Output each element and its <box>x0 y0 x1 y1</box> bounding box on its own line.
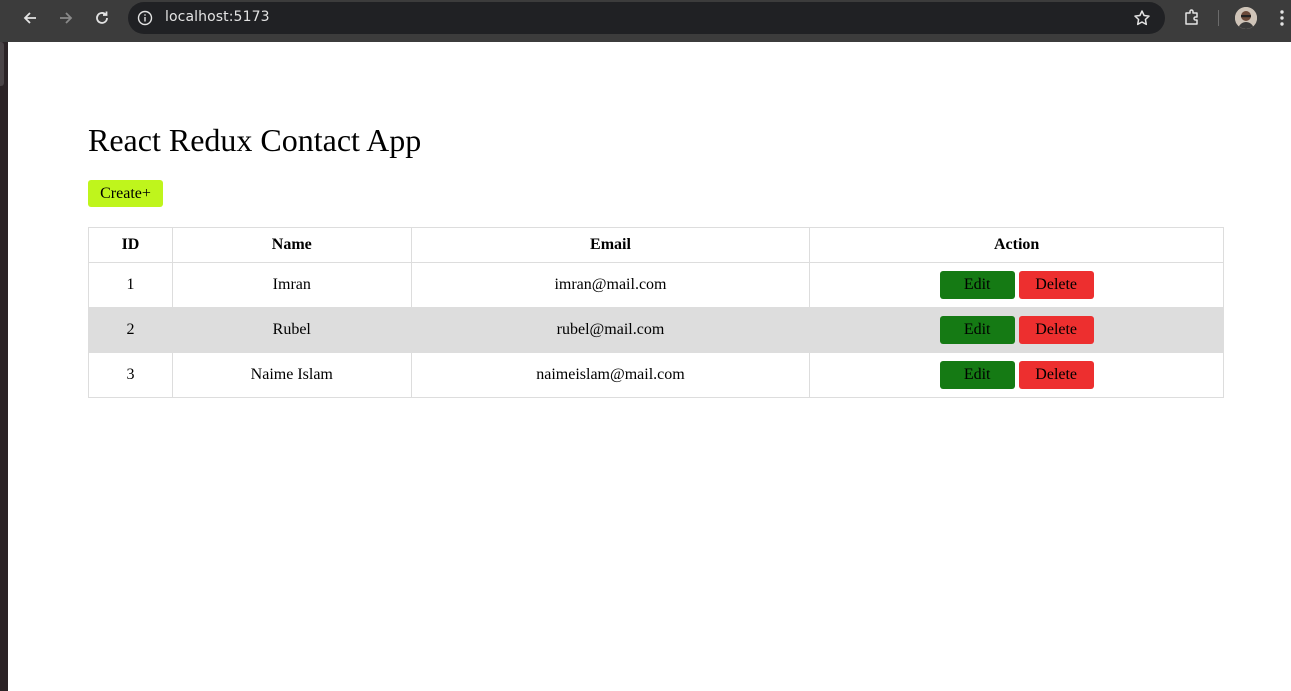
page-title: React Redux Contact App <box>88 122 422 158</box>
cell-name: Rubel <box>171 307 412 353</box>
address-url[interactable]: localhost:5173 <box>165 9 270 25</box>
table-header-row: ID Name Email Action <box>88 227 1224 263</box>
delete-button[interactable]: Delete <box>1018 361 1094 389</box>
cell-email: naimeislam@mail.com <box>410 352 811 398</box>
header-name: Name <box>171 227 412 263</box>
desktop-edge-handle <box>0 42 4 86</box>
profile-avatar[interactable] <box>1235 7 1257 29</box>
forward-arrow-icon[interactable] <box>55 7 77 29</box>
edit-button[interactable]: Edit <box>939 361 1015 389</box>
edit-button[interactable]: Edit <box>939 271 1015 299</box>
bookmark-star-icon[interactable] <box>1133 9 1151 27</box>
cell-action: Edit Delete <box>809 352 1224 398</box>
back-arrow-icon[interactable] <box>19 7 41 29</box>
table-row: 2 Rubel rubel@mail.com Edit Delete <box>88 307 1224 353</box>
page-content: React Redux Contact App Create+ ID Name … <box>8 42 1291 691</box>
header-action: Action <box>809 227 1224 263</box>
header-id: ID <box>88 227 173 263</box>
header-email: Email <box>410 227 811 263</box>
cell-name: Naime Islam <box>171 352 412 398</box>
browser-toolbar: localhost:5173 <box>0 0 1291 42</box>
extensions-icon[interactable] <box>1183 8 1201 26</box>
row-actions: Edit Delete <box>939 361 1094 389</box>
delete-button[interactable]: Delete <box>1018 316 1094 344</box>
cell-action: Edit Delete <box>809 262 1224 308</box>
table-row: 1 Imran imran@mail.com Edit Delete <box>88 262 1224 308</box>
browser-menu-icon[interactable] <box>1278 8 1286 28</box>
cell-id: 2 <box>88 307 173 353</box>
cell-id: 1 <box>88 262 173 308</box>
cell-name: Imran <box>171 262 412 308</box>
cell-email: rubel@mail.com <box>410 307 811 353</box>
edit-button[interactable]: Edit <box>939 316 1015 344</box>
create-button[interactable]: Create+ <box>88 180 163 207</box>
cell-id: 3 <box>88 352 173 398</box>
address-bar[interactable]: localhost:5173 <box>128 2 1165 34</box>
site-info-icon[interactable] <box>137 10 153 26</box>
reload-icon[interactable] <box>91 7 113 29</box>
contacts-table: ID Name Email Action 1 Imran imran@mail.… <box>88 227 1224 398</box>
desktop-edge <box>0 42 8 691</box>
row-actions: Edit Delete <box>939 316 1094 344</box>
delete-button[interactable]: Delete <box>1018 271 1094 299</box>
table-row: 3 Naime Islam naimeislam@mail.com Edit D… <box>88 352 1224 398</box>
cell-email: imran@mail.com <box>410 262 811 308</box>
toolbar-divider <box>1218 10 1219 26</box>
row-actions: Edit Delete <box>939 271 1094 299</box>
cell-action: Edit Delete <box>809 307 1224 353</box>
